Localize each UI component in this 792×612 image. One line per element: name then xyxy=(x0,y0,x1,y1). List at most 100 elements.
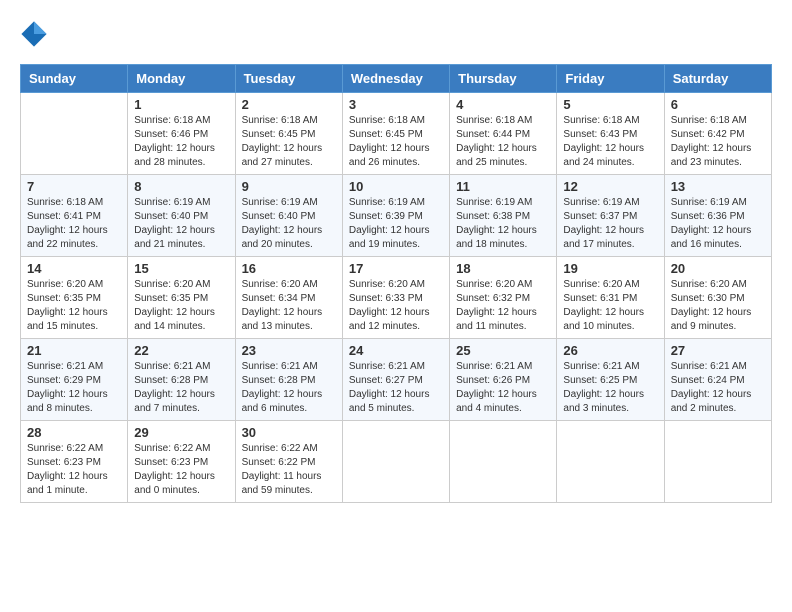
calendar-cell: 19 Sunrise: 6:20 AMSunset: 6:31 PMDayligh… xyxy=(557,257,664,339)
day-info: Sunrise: 6:21 AMSunset: 6:28 PMDaylight:… xyxy=(242,360,336,416)
calendar-cell: 29 Sunrise: 6:22 AMSunset: 6:23 PMDayligh… xyxy=(128,421,235,503)
day-info: Sunrise: 6:18 AMSunset: 6:42 PMDaylight:… xyxy=(671,114,765,170)
calendar-cell: 24Sunrise: 6:21 AMSunset: 6:27 PMDayligh… xyxy=(342,339,449,421)
calendar-cell xyxy=(21,93,128,175)
logo xyxy=(20,20,52,48)
calendar-cell: 17 Sunrise: 6:20 AMSunset: 6:33 PMDayligh… xyxy=(342,257,449,339)
day-number: 26 xyxy=(563,343,657,358)
calendar-cell: 18 Sunrise: 6:20 AMSunset: 6:32 PMDayligh… xyxy=(450,257,557,339)
day-of-week-header: Thursday xyxy=(450,65,557,93)
calendar-cell: 12 Sunrise: 6:19 AMSunset: 6:37 PMDayligh… xyxy=(557,175,664,257)
day-number: 27 xyxy=(671,343,765,358)
calendar-cell: 7Sunrise: 6:18 AMSunset: 6:41 PMDaylight… xyxy=(21,175,128,257)
day-info: Sunrise: 6:18 AMSunset: 6:46 PMDaylight:… xyxy=(134,114,228,170)
day-number: 23 xyxy=(242,343,336,358)
day-number: 9 xyxy=(242,179,336,194)
calendar-cell xyxy=(342,421,449,503)
calendar-cell: 8 Sunrise: 6:19 AMSunset: 6:40 PMDaylight… xyxy=(128,175,235,257)
day-info: Sunrise: 6:21 AMSunset: 6:24 PMDaylight:… xyxy=(671,360,765,416)
day-info: Sunrise: 6:19 AMSunset: 6:40 PMDaylight:… xyxy=(242,196,336,252)
calendar-week-row: 21 Sunrise: 6:21 AMSunset: 6:29 PMDayligh… xyxy=(21,339,772,421)
day-number: 5 xyxy=(563,97,657,112)
day-info: Sunrise: 6:19 AMSunset: 6:37 PMDaylight:… xyxy=(563,196,657,252)
day-info: Sunrise: 6:18 AMSunset: 6:43 PMDaylight:… xyxy=(563,114,657,170)
day-info: Sunrise: 6:21 AMSunset: 6:25 PMDaylight:… xyxy=(563,360,657,416)
day-number: 17 xyxy=(349,261,443,276)
day-number: 20 xyxy=(671,261,765,276)
calendar-cell: 20Sunrise: 6:20 AMSunset: 6:30 PMDayligh… xyxy=(664,257,771,339)
day-info: Sunrise: 6:22 AMSunset: 6:23 PMDaylight:… xyxy=(27,442,121,498)
day-number: 25 xyxy=(456,343,550,358)
day-number: 10 xyxy=(349,179,443,194)
calendar-table: SundayMondayTuesdayWednesdayThursdayFrid… xyxy=(20,64,772,503)
calendar-cell xyxy=(450,421,557,503)
day-number: 21 xyxy=(27,343,121,358)
day-info: Sunrise: 6:21 AMSunset: 6:29 PMDaylight:… xyxy=(27,360,121,416)
day-info: Sunrise: 6:18 AMSunset: 6:45 PMDaylight:… xyxy=(242,114,336,170)
day-number: 14 xyxy=(27,261,121,276)
calendar-cell: 2 Sunrise: 6:18 AMSunset: 6:45 PMDaylight… xyxy=(235,93,342,175)
day-info: Sunrise: 6:20 AMSunset: 6:31 PMDaylight:… xyxy=(563,278,657,334)
day-of-week-header: Tuesday xyxy=(235,65,342,93)
calendar-cell: 25Sunrise: 6:21 AMSunset: 6:26 PMDayligh… xyxy=(450,339,557,421)
day-number: 11 xyxy=(456,179,550,194)
day-number: 15 xyxy=(134,261,228,276)
day-info: Sunrise: 6:18 AMSunset: 6:41 PMDaylight:… xyxy=(27,196,121,252)
day-number: 6 xyxy=(671,97,765,112)
day-number: 12 xyxy=(563,179,657,194)
calendar-cell xyxy=(557,421,664,503)
day-info: Sunrise: 6:19 AMSunset: 6:38 PMDaylight:… xyxy=(456,196,550,252)
calendar-week-row: 28 Sunrise: 6:22 AMSunset: 6:23 PMDayligh… xyxy=(21,421,772,503)
calendar-cell: 15 Sunrise: 6:20 AMSunset: 6:35 PMDayligh… xyxy=(128,257,235,339)
day-info: Sunrise: 6:22 AMSunset: 6:22 PMDaylight:… xyxy=(242,442,336,498)
day-number: 8 xyxy=(134,179,228,194)
calendar-cell: 16Sunrise: 6:20 AMSunset: 6:34 PMDayligh… xyxy=(235,257,342,339)
calendar-header-row: SundayMondayTuesdayWednesdayThursdayFrid… xyxy=(21,65,772,93)
day-number: 19 xyxy=(563,261,657,276)
calendar-cell: 11 Sunrise: 6:19 AMSunset: 6:38 PMDayligh… xyxy=(450,175,557,257)
day-info: Sunrise: 6:21 AMSunset: 6:28 PMDaylight:… xyxy=(134,360,228,416)
day-info: Sunrise: 6:20 AMSunset: 6:35 PMDaylight:… xyxy=(134,278,228,334)
day-of-week-header: Monday xyxy=(128,65,235,93)
calendar-cell: 26 Sunrise: 6:21 AMSunset: 6:25 PMDayligh… xyxy=(557,339,664,421)
day-number: 29 xyxy=(134,425,228,440)
calendar-cell: 6 Sunrise: 6:18 AMSunset: 6:42 PMDaylight… xyxy=(664,93,771,175)
calendar-week-row: 1 Sunrise: 6:18 AMSunset: 6:46 PMDaylight… xyxy=(21,93,772,175)
day-info: Sunrise: 6:19 AMSunset: 6:40 PMDaylight:… xyxy=(134,196,228,252)
day-number: 1 xyxy=(134,97,228,112)
day-number: 24 xyxy=(349,343,443,358)
page-header xyxy=(20,20,772,48)
day-number: 18 xyxy=(456,261,550,276)
day-number: 16 xyxy=(242,261,336,276)
calendar-cell: 30 Sunrise: 6:22 AMSunset: 6:22 PMDayligh… xyxy=(235,421,342,503)
day-info: Sunrise: 6:19 AMSunset: 6:36 PMDaylight:… xyxy=(671,196,765,252)
day-of-week-header: Friday xyxy=(557,65,664,93)
calendar-week-row: 7Sunrise: 6:18 AMSunset: 6:41 PMDaylight… xyxy=(21,175,772,257)
day-info: Sunrise: 6:19 AMSunset: 6:39 PMDaylight:… xyxy=(349,196,443,252)
day-info: Sunrise: 6:18 AMSunset: 6:45 PMDaylight:… xyxy=(349,114,443,170)
day-info: Sunrise: 6:22 AMSunset: 6:23 PMDaylight:… xyxy=(134,442,228,498)
day-of-week-header: Wednesday xyxy=(342,65,449,93)
calendar-cell: 3 Sunrise: 6:18 AMSunset: 6:45 PMDaylight… xyxy=(342,93,449,175)
calendar-cell: 5 Sunrise: 6:18 AMSunset: 6:43 PMDaylight… xyxy=(557,93,664,175)
day-number: 13 xyxy=(671,179,765,194)
calendar-cell: 28 Sunrise: 6:22 AMSunset: 6:23 PMDayligh… xyxy=(21,421,128,503)
day-info: Sunrise: 6:20 AMSunset: 6:33 PMDaylight:… xyxy=(349,278,443,334)
calendar-cell: 9 Sunrise: 6:19 AMSunset: 6:40 PMDaylight… xyxy=(235,175,342,257)
calendar-week-row: 14 Sunrise: 6:20 AMSunset: 6:35 PMDayligh… xyxy=(21,257,772,339)
day-info: Sunrise: 6:18 AMSunset: 6:44 PMDaylight:… xyxy=(456,114,550,170)
calendar-cell xyxy=(664,421,771,503)
day-info: Sunrise: 6:20 AMSunset: 6:35 PMDaylight:… xyxy=(27,278,121,334)
calendar-cell: 10 Sunrise: 6:19 AMSunset: 6:39 PMDayligh… xyxy=(342,175,449,257)
day-number: 2 xyxy=(242,97,336,112)
day-number: 30 xyxy=(242,425,336,440)
calendar-cell: 22Sunrise: 6:21 AMSunset: 6:28 PMDayligh… xyxy=(128,339,235,421)
day-info: Sunrise: 6:20 AMSunset: 6:32 PMDaylight:… xyxy=(456,278,550,334)
calendar-cell: 14 Sunrise: 6:20 AMSunset: 6:35 PMDayligh… xyxy=(21,257,128,339)
calendar-cell: 4Sunrise: 6:18 AMSunset: 6:44 PMDaylight… xyxy=(450,93,557,175)
calendar-cell: 27 Sunrise: 6:21 AMSunset: 6:24 PMDayligh… xyxy=(664,339,771,421)
day-of-week-header: Saturday xyxy=(664,65,771,93)
day-number: 28 xyxy=(27,425,121,440)
calendar-cell: 23 Sunrise: 6:21 AMSunset: 6:28 PMDayligh… xyxy=(235,339,342,421)
day-number: 3 xyxy=(349,97,443,112)
